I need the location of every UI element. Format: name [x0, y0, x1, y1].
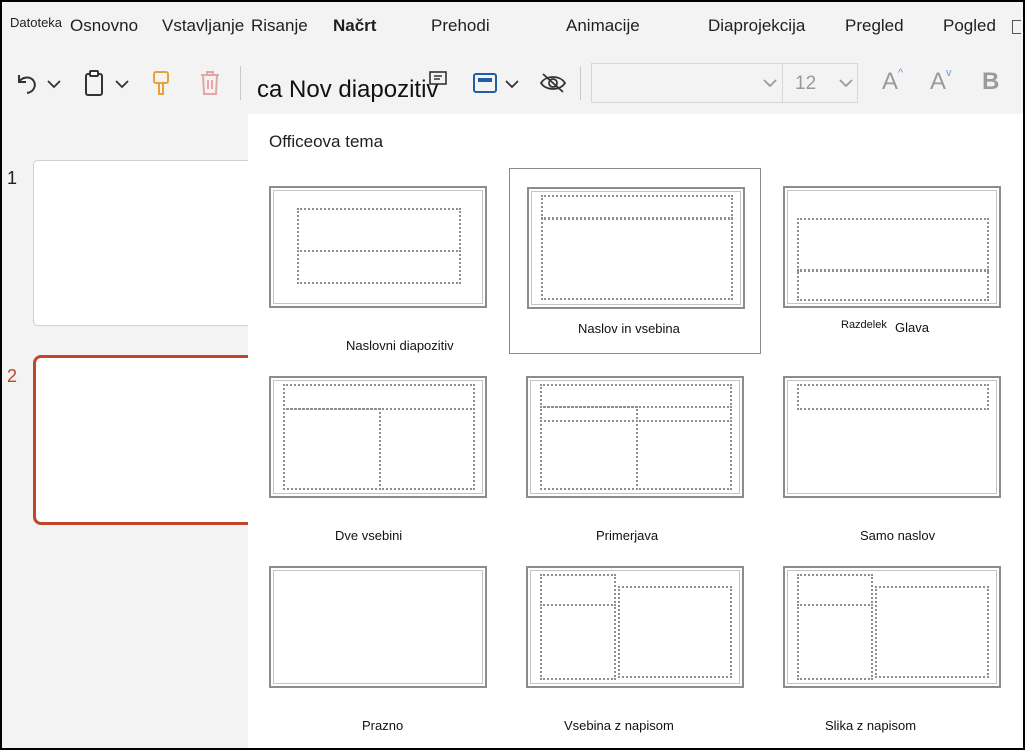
layout-preview — [783, 376, 1001, 498]
format-painter-icon[interactable] — [148, 68, 174, 98]
slide-design-icon[interactable] — [470, 68, 500, 98]
layout-preview — [783, 186, 1001, 308]
tabs-overflow-icon[interactable] — [1012, 20, 1021, 34]
toolbar-separator — [580, 66, 581, 100]
layout-content-with-caption[interactable]: Vsebina z napisom — [526, 566, 778, 748]
tab-file[interactable]: Datoteka — [10, 15, 62, 30]
layout-menu-heading: Officeova tema — [269, 132, 384, 151]
layout-preview — [269, 376, 487, 498]
delete-icon[interactable] — [197, 68, 223, 98]
slide-number: 2 — [7, 366, 18, 386]
slide-number: 1 — [7, 168, 18, 188]
layout-preview — [526, 566, 744, 688]
placeholder-box — [540, 604, 616, 680]
shrink-font-button[interactable]: Av — [930, 67, 952, 96]
chevron-down-icon[interactable] — [838, 76, 854, 90]
placeholder-box — [636, 406, 732, 422]
tab-draw[interactable]: Risanje — [251, 16, 308, 36]
slide-thumbnails-pane: 1 2 — [2, 114, 263, 748]
layout-icon[interactable] — [424, 68, 452, 96]
new-slide-button[interactable]: ca Nov diapozitiv — [257, 76, 438, 104]
layout-label-small: Razdelek — [841, 319, 887, 331]
chevron-down-icon[interactable] — [762, 76, 778, 90]
app-window: Datoteka Osnovno Vstavljanje Risanje Nač… — [0, 0, 1025, 750]
hide-slide-icon[interactable] — [538, 68, 568, 98]
layout-picture-with-caption[interactable]: Slika z napisom — [783, 566, 1023, 748]
font-controls: 12 — [591, 63, 858, 103]
layout-label: Dve vsebini — [335, 528, 403, 543]
layout-label: Prazno — [362, 718, 404, 733]
placeholder-box — [636, 420, 732, 490]
ribbon-tabs: Datoteka Osnovno Vstavljanje Risanje Nač… — [2, 2, 1023, 52]
layout-label: Naslov in vsebina — [578, 321, 680, 336]
layout-title-only[interactable]: Samo naslov — [783, 376, 1023, 562]
layout-label: Naslovni diapozitiv — [346, 338, 454, 353]
layout-title-slide[interactable]: Naslovni diapozitiv — [269, 186, 521, 372]
grow-font-button[interactable]: A^ — [882, 67, 904, 96]
layout-preview — [269, 566, 487, 688]
undo-icon[interactable] — [12, 70, 40, 98]
layout-two-content[interactable]: Dve vsebini — [269, 376, 521, 562]
caret-down-icon: v — [946, 67, 952, 79]
tab-design[interactable]: Načrt — [333, 16, 376, 36]
toolbar-separator — [240, 66, 241, 100]
layout-dropdown: Officeova tema Naslovni diapozitiv Naslo… — [248, 114, 1023, 748]
placeholder-box — [540, 384, 732, 408]
font-size-field[interactable]: 12 — [795, 73, 816, 95]
chevron-down-icon[interactable] — [44, 74, 64, 94]
placeholder-box — [797, 384, 989, 410]
placeholder-box — [540, 574, 616, 606]
placeholder-box — [797, 574, 873, 606]
layout-label: Glava — [895, 320, 929, 335]
chevron-down-icon[interactable] — [502, 74, 522, 94]
clipboard-icon[interactable] — [80, 68, 108, 98]
slide-thumbnail-2[interactable] — [33, 355, 263, 525]
caret-up-icon: ^ — [898, 67, 904, 79]
placeholder-box — [297, 208, 461, 252]
layout-preview — [526, 376, 744, 498]
placeholder-box — [797, 604, 873, 680]
layout-label: Vsebina z napisom — [564, 718, 674, 733]
layout-label: Samo naslov — [860, 528, 936, 543]
layout-preview — [527, 187, 745, 309]
placeholder-box — [283, 408, 381, 490]
placeholder-box — [797, 218, 989, 272]
tab-home[interactable]: Osnovno — [70, 16, 138, 36]
tab-animations[interactable]: Animacije — [566, 16, 640, 36]
placeholder-box — [540, 420, 638, 490]
layout-section-header[interactable]: Razdelek Glava — [783, 186, 1023, 372]
tab-insert[interactable]: Vstavljanje — [162, 16, 244, 36]
layout-comparison[interactable]: Primerjava — [526, 376, 778, 562]
tab-view[interactable]: Pogled — [943, 16, 996, 36]
layout-title-and-content[interactable]: Naslov in vsebina — [509, 168, 761, 354]
tab-review[interactable]: Pregled — [845, 16, 904, 36]
bold-button[interactable]: B — [982, 68, 999, 96]
font-box-divider — [782, 64, 783, 102]
ribbon-toolbar: ca Nov diapozitiv 12 A^ Av B — [2, 52, 1023, 114]
layout-label: Primerjava — [596, 528, 659, 543]
tab-transitions[interactable]: Prehodi — [431, 16, 490, 36]
placeholder-box — [875, 586, 989, 678]
placeholder-box — [797, 269, 989, 301]
placeholder-box — [283, 384, 475, 410]
layout-preview — [783, 566, 1001, 688]
placeholder-box — [540, 406, 638, 422]
placeholder-box — [541, 218, 733, 300]
placeholder-box — [618, 586, 732, 678]
shrink-font-label: A — [930, 68, 947, 95]
placeholder-box — [541, 195, 733, 219]
tab-slideshow[interactable]: Diaprojekcija — [708, 16, 805, 36]
grow-font-label: A — [882, 68, 899, 95]
layout-blank[interactable]: Prazno — [269, 566, 521, 748]
chevron-down-icon[interactable] — [112, 74, 132, 94]
layout-preview — [269, 186, 487, 308]
layout-label: Slika z napisom — [825, 718, 917, 733]
slide-thumbnail-1[interactable] — [33, 160, 263, 326]
placeholder-box — [379, 408, 475, 490]
placeholder-box — [297, 250, 461, 284]
